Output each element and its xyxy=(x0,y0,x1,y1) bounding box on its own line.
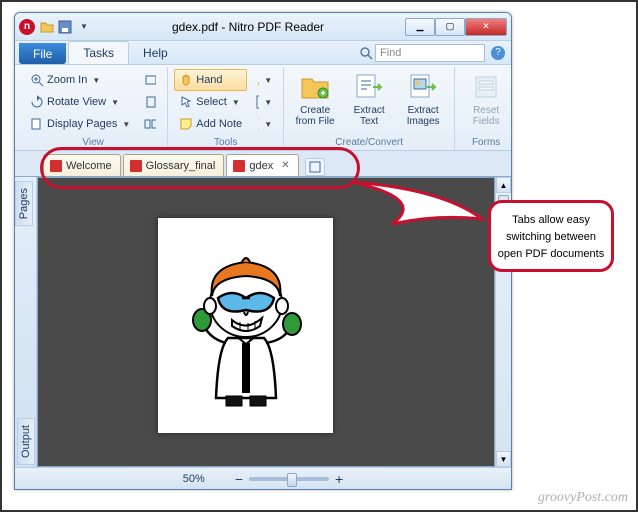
zoom-in-icon xyxy=(30,73,44,87)
minimize-button[interactable]: ▁ xyxy=(405,18,435,36)
ribbon: Zoom In▼ Rotate View▼ Display Pages▼ Vie… xyxy=(15,65,511,151)
help-icon[interactable]: ? xyxy=(491,46,505,60)
save-icon[interactable] xyxy=(57,19,73,35)
callout-text: Tabs allow easy switching between open P… xyxy=(498,214,604,260)
group-label-view: View xyxy=(25,135,161,148)
pdf-icon xyxy=(130,160,142,172)
zoom-out-button[interactable]: − xyxy=(235,471,243,487)
pages-panel-tab[interactable]: Pages xyxy=(15,181,33,226)
annotation-callout: Tabs allow easy switching between open P… xyxy=(488,200,614,272)
stamp-button[interactable]: ▼ xyxy=(251,113,277,135)
extract-images-button[interactable]: Extract Images xyxy=(398,69,448,129)
extract-images-icon xyxy=(407,71,439,103)
pdf-icon xyxy=(233,160,245,172)
doc-tab-gdex[interactable]: gdex✕ xyxy=(226,154,298,176)
output-panel-tab[interactable]: Output xyxy=(17,418,35,465)
pdf-icon xyxy=(50,160,62,172)
group-label-forms: Forms xyxy=(461,135,511,148)
hand-tool-button[interactable]: Hand xyxy=(174,69,247,91)
note-icon xyxy=(179,117,193,131)
zoom-in-button[interactable]: + xyxy=(335,471,343,487)
two-page-button[interactable] xyxy=(139,113,161,135)
content-area: Pages Output xyxy=(15,177,511,467)
ribbon-group-view: Zoom In▼ Rotate View▼ Display Pages▼ Vie… xyxy=(19,67,168,150)
fit-width-button[interactable] xyxy=(139,69,161,91)
window-title: gdex.pdf - Nitro PDF Reader xyxy=(91,20,405,34)
doc-tab-glossary[interactable]: Glossary_final xyxy=(123,154,225,176)
create-from-file-button[interactable]: Create from File xyxy=(290,69,340,129)
reset-fields-button: Reset Fields xyxy=(461,69,511,129)
scroll-up-button[interactable]: ▲ xyxy=(496,177,511,193)
extract-text-button[interactable]: Extract Text xyxy=(344,69,394,129)
pdf-viewer[interactable] xyxy=(37,177,495,467)
zoom-slider[interactable] xyxy=(249,477,329,481)
tab-help[interactable]: Help xyxy=(129,41,182,64)
watermark-text: groovyPost.com xyxy=(538,490,628,506)
maximize-button[interactable]: ▢ xyxy=(435,18,465,36)
ribbon-group-create: Create from File Extract Text Extract Im… xyxy=(284,67,455,150)
find-input[interactable]: Find xyxy=(375,44,485,62)
highlight-button[interactable]: A▼ xyxy=(251,69,277,91)
side-panel-left: Pages Output xyxy=(15,177,37,467)
qat-dropdown-icon[interactable]: ▼ xyxy=(75,19,91,35)
new-tab-button[interactable] xyxy=(305,158,325,176)
display-pages-icon xyxy=(30,117,44,131)
close-tab-icon[interactable]: ✕ xyxy=(281,160,289,171)
group-label-create: Create/Convert xyxy=(290,135,448,148)
page-image xyxy=(158,218,333,433)
doc-tab-welcome[interactable]: Welcome xyxy=(43,154,121,176)
group-label-tools: Tools xyxy=(174,135,277,148)
reset-fields-icon xyxy=(470,71,502,103)
titlebar: n ▼ gdex.pdf - Nitro PDF Reader ▁ ▢ ✕ xyxy=(15,13,511,41)
select-tool-button[interactable]: Select▼ xyxy=(174,91,247,113)
extract-text-icon xyxy=(353,71,385,103)
add-note-button[interactable]: Add Note xyxy=(174,113,247,135)
scroll-down-button[interactable]: ▼ xyxy=(496,451,511,467)
fit-page-button[interactable] xyxy=(139,91,161,113)
hand-icon xyxy=(179,73,193,87)
search-icon xyxy=(359,46,373,60)
file-menu-button[interactable]: File xyxy=(19,43,66,64)
menu-strip: File Tasks Help Find ? xyxy=(15,41,511,65)
document-tabs-row: Welcome Glossary_final gdex✕ xyxy=(15,151,511,177)
select-icon xyxy=(179,95,193,109)
ribbon-group-tools: Hand Select▼ Add Note A▼ T▼ ▼ Tools xyxy=(168,67,284,150)
rotate-icon xyxy=(30,95,44,109)
zoom-in-button[interactable]: Zoom In▼ xyxy=(25,69,135,91)
open-icon[interactable] xyxy=(39,19,55,35)
folder-create-icon xyxy=(299,71,331,103)
ribbon-group-forms: Reset Fields Forms xyxy=(455,67,512,150)
quick-access-toolbar: ▼ xyxy=(39,19,91,35)
pdf-page xyxy=(158,218,333,433)
rotate-view-button[interactable]: Rotate View▼ xyxy=(25,91,135,113)
tab-tasks[interactable]: Tasks xyxy=(68,41,129,64)
app-window: n ▼ gdex.pdf - Nitro PDF Reader ▁ ▢ ✕ Fi… xyxy=(14,12,512,490)
close-button[interactable]: ✕ xyxy=(465,18,507,36)
type-text-button[interactable]: T▼ xyxy=(251,91,277,113)
zoom-value: 50% xyxy=(183,473,205,485)
display-pages-button[interactable]: Display Pages▼ xyxy=(25,113,135,135)
status-bar: 50% − + xyxy=(15,467,511,489)
app-icon: n xyxy=(19,19,35,35)
